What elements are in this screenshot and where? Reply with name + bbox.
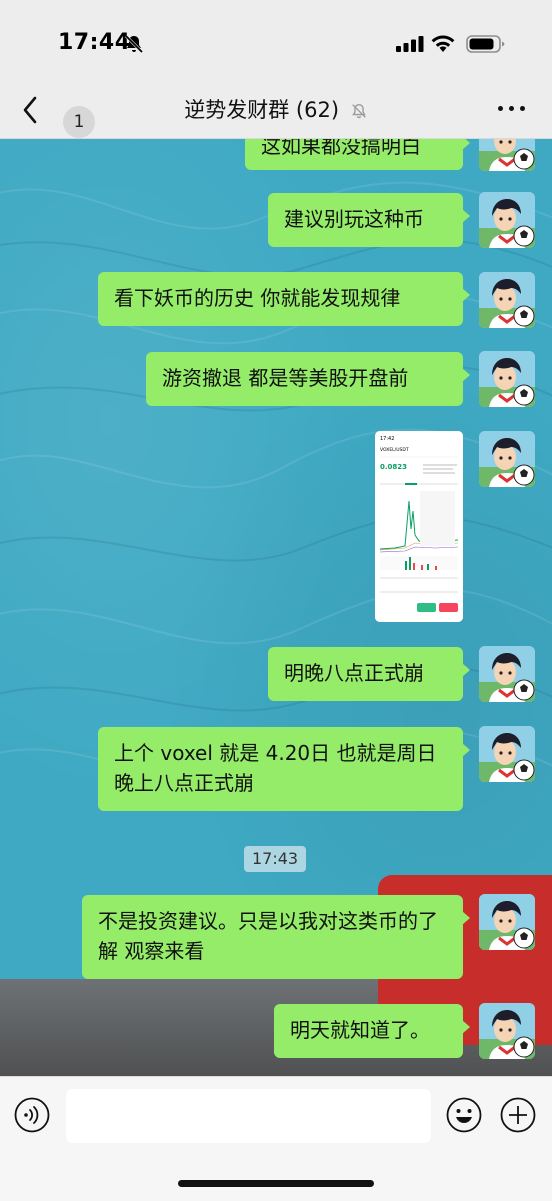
message-bubble[interactable]: 这如果都没搞明白	[245, 139, 470, 170]
chat-header: 1 逆势发财群 (62)	[0, 78, 552, 139]
avatar[interactable]	[479, 139, 535, 171]
message-bubble[interactable]: 上个 voxel 就是 4.20日 也就是周日 晚上八点正式崩	[98, 727, 470, 811]
avatar-icon	[479, 1003, 535, 1059]
avatar[interactable]	[479, 431, 535, 487]
emoji-button[interactable]	[446, 1097, 482, 1133]
thumb-price: 0.0823	[380, 463, 407, 471]
home-indicator[interactable]	[178, 1180, 374, 1187]
avatar-icon	[479, 192, 535, 248]
voice-icon	[14, 1097, 50, 1133]
thumb-pair: VOXEL/USDT	[380, 447, 409, 453]
more-icon-dot	[509, 106, 514, 111]
chat-title-row: 逆势发财群 (62)	[0, 94, 552, 124]
message-bubble[interactable]: 建议别玩这种币	[268, 193, 470, 247]
avatar-icon	[479, 646, 535, 702]
battery-icon	[466, 35, 505, 53]
message-bubble[interactable]: 明晚八点正式崩	[268, 647, 470, 701]
message-input[interactable]	[66, 1089, 431, 1143]
avatar[interactable]	[479, 192, 535, 248]
message-bubble[interactable]: 明天就知道了。	[274, 1004, 470, 1058]
chat-message-list[interactable]: 这如果都没搞明白 建议别玩这种币 看下妖币的历史 你就能发现规律 游资撤退 都是…	[0, 139, 552, 1076]
more-button[interactable]	[498, 104, 528, 114]
avatar-icon	[479, 726, 535, 782]
avatar[interactable]	[479, 351, 535, 407]
voice-button[interactable]	[14, 1097, 50, 1133]
avatar[interactable]	[479, 646, 535, 702]
time-separator: 17:43	[244, 846, 307, 872]
screenshot-thumbnail: 17:42 VOXEL/USDT 0.0823	[375, 431, 463, 622]
more-actions-button[interactable]	[500, 1097, 536, 1133]
bell-off-icon	[124, 34, 144, 54]
avatar-icon	[479, 139, 535, 171]
message-bubble[interactable]: 游资撤退 都是等美股开盘前	[146, 352, 470, 406]
status-bar: 17:44	[0, 0, 552, 88]
avatar[interactable]	[479, 726, 535, 782]
chat-title: 逆势发财群 (62)	[184, 98, 340, 122]
avatar-icon	[479, 272, 535, 328]
cellular-signal-icon	[396, 36, 424, 52]
avatar[interactable]	[479, 894, 535, 950]
wifi-icon	[431, 35, 455, 52]
message-bubble[interactable]: 不是投资建议。只是以我对这类币的了解 观察来看	[82, 895, 470, 979]
status-time: 17:44	[58, 30, 131, 55]
more-icon-dot	[498, 106, 503, 111]
avatar-icon	[479, 894, 535, 950]
avatar[interactable]	[479, 1003, 535, 1059]
avatar-icon	[479, 351, 535, 407]
emoji-icon	[446, 1097, 482, 1133]
more-icon-dot	[520, 106, 525, 111]
mute-bell-icon	[351, 104, 366, 119]
thumb-status-time: 17:42	[380, 436, 394, 442]
avatar-icon	[479, 431, 535, 487]
avatar[interactable]	[479, 272, 535, 328]
plus-icon	[500, 1097, 536, 1133]
message-bubble[interactable]: 看下妖币的历史 你就能发现规律	[98, 272, 470, 326]
image-message[interactable]: 17:42 VOXEL/USDT 0.0823	[375, 431, 463, 622]
